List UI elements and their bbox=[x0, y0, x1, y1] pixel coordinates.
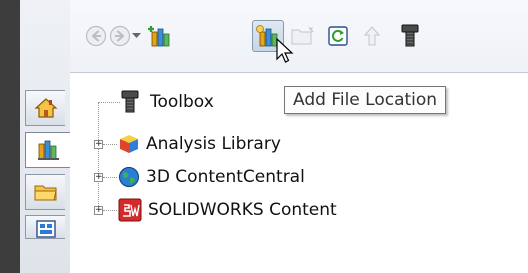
dropdown-arrow-icon bbox=[131, 33, 141, 38]
tab-view-palette[interactable] bbox=[25, 215, 65, 239]
globe-icon bbox=[119, 167, 139, 187]
design-library-panel: Toolbox + Analysis Library + 3D ContentC… bbox=[70, 0, 528, 273]
tree-item-label: Analysis Library bbox=[146, 134, 281, 154]
toolbox-screw-icon bbox=[121, 90, 139, 113]
tree-item-analysis-library[interactable]: Analysis Library bbox=[118, 130, 281, 158]
tab-design-library[interactable] bbox=[25, 132, 71, 168]
tree-item-3d-contentcentral[interactable]: 3D ContentCentral bbox=[118, 163, 305, 191]
tooltip: Add File Location bbox=[284, 86, 447, 114]
tree-item-label: 3D ContentCentral bbox=[146, 167, 305, 187]
folder-icon bbox=[34, 185, 57, 201]
tree-item-solidworks-content[interactable]: SOLIDWORKS Content bbox=[118, 196, 337, 224]
analysis-cube-icon bbox=[120, 135, 138, 153]
up-one-level-button[interactable] bbox=[358, 22, 386, 50]
expand-toggle[interactable]: + bbox=[94, 173, 103, 182]
design-library-toolbar bbox=[70, 0, 528, 73]
tree-guide-line bbox=[98, 102, 99, 212]
solidworks-logo-icon bbox=[118, 198, 142, 222]
add-to-library-icon bbox=[148, 26, 170, 47]
toolbox-screw-icon bbox=[401, 24, 419, 47]
window-frame bbox=[0, 0, 20, 273]
up-arrow-icon bbox=[363, 26, 381, 46]
add-to-library-button[interactable] bbox=[146, 22, 174, 50]
history-dropdown[interactable] bbox=[128, 22, 144, 50]
back-arrow-icon bbox=[85, 25, 107, 47]
refresh-icon bbox=[328, 26, 348, 46]
tree-guide-line bbox=[103, 144, 117, 145]
view-palette-icon bbox=[35, 220, 56, 238]
refresh-button[interactable] bbox=[324, 22, 352, 50]
tree-item-label: SOLIDWORKS Content bbox=[148, 200, 337, 220]
expand-toggle[interactable]: + bbox=[94, 140, 103, 149]
tab-file-explorer[interactable] bbox=[25, 174, 65, 210]
home-icon bbox=[33, 98, 58, 118]
design-library-icon bbox=[37, 140, 59, 160]
mouse-pointer-icon bbox=[276, 38, 294, 63]
tree-guide-line bbox=[103, 177, 117, 178]
tree-item-toolbox[interactable]: Toolbox bbox=[120, 88, 214, 116]
tree-guide-line bbox=[103, 210, 117, 211]
tree-item-label: Toolbox bbox=[150, 92, 214, 112]
tab-home[interactable] bbox=[25, 90, 65, 126]
tree-guide-line bbox=[98, 102, 120, 103]
toolbox-button[interactable] bbox=[396, 22, 424, 50]
expand-toggle[interactable]: + bbox=[94, 206, 103, 215]
